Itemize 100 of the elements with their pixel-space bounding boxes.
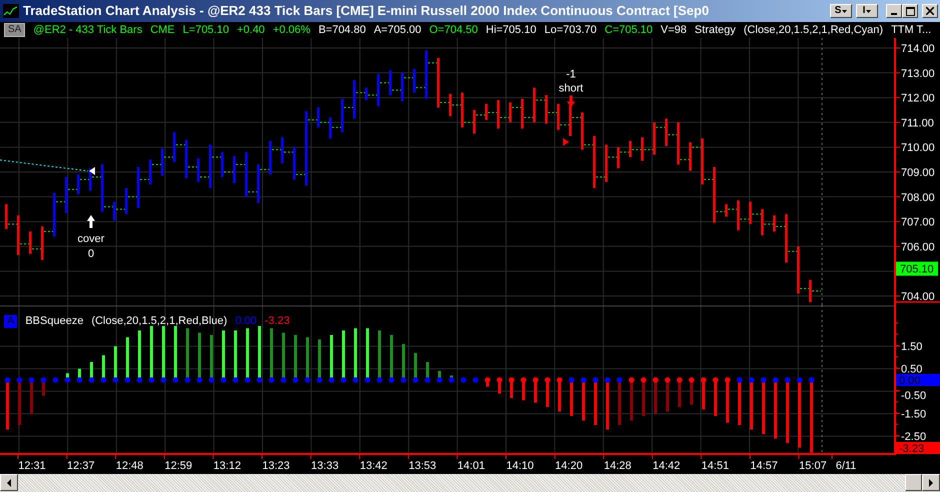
- signal-dot: [184, 377, 190, 383]
- signal-dot: [28, 377, 34, 383]
- menu-button[interactable]: S: [830, 4, 852, 18]
- histogram-bar: [378, 330, 381, 380]
- signal-dot: [496, 377, 502, 383]
- axis-label: 714.00: [901, 43, 935, 55]
- histogram-bar: [30, 380, 33, 414]
- signal-dot: [256, 377, 262, 383]
- axis-label: 707.00: [901, 216, 935, 229]
- histogram-bar: [798, 380, 801, 448]
- histogram-bar: [126, 337, 129, 380]
- signal-dot: [112, 377, 118, 383]
- signal-dot: [580, 377, 586, 383]
- quote-text: @ER2 - 433 Tick Bars: [33, 22, 142, 38]
- histogram-bar: [558, 380, 561, 412]
- signal-dot: [412, 377, 418, 383]
- left-arrow-icon: [7, 478, 11, 486]
- histogram-bar: [270, 328, 273, 380]
- histogram-bar: [414, 353, 417, 380]
- histogram-bar: [606, 380, 609, 430]
- time-label: 14:20: [555, 460, 583, 472]
- histogram-bar: [354, 328, 357, 380]
- signal-dot: [136, 377, 142, 383]
- signal-dot: [544, 377, 550, 383]
- signal-dot: [532, 377, 538, 383]
- indicator-params: (Close,20,1.5,2,1,Red,Blue): [91, 314, 228, 329]
- menu-button[interactable]: I: [856, 4, 878, 18]
- signal-dot: [760, 377, 766, 383]
- histogram-bar: [594, 380, 597, 425]
- signal-dot: [616, 377, 622, 383]
- histogram-bar: [570, 380, 573, 416]
- histogram-bar: [738, 380, 741, 425]
- signal-dot: [40, 377, 46, 383]
- trade-label: -1: [566, 68, 576, 81]
- signal-dot: [772, 377, 778, 383]
- histogram-bar: [234, 330, 237, 380]
- histogram-bar: [306, 337, 309, 380]
- entry-marker-icon: [563, 138, 569, 146]
- maximize-button[interactable]: [902, 4, 918, 18]
- quote-text: C=705.10: [604, 22, 653, 38]
- quote-text: A=705.00: [374, 22, 422, 38]
- histogram-bar: [786, 380, 789, 443]
- histogram-bar: [342, 330, 345, 380]
- histogram-bar: [366, 328, 369, 380]
- signal-dot: [472, 377, 478, 383]
- signal-dot: [208, 377, 214, 383]
- histogram-bar: [150, 326, 153, 380]
- indicator-name: BBSqueeze: [25, 314, 84, 329]
- signal-dot: [736, 377, 742, 383]
- signal-dot: [148, 377, 154, 383]
- signal-dot: [748, 377, 754, 383]
- scrollbar-thumb[interactable]: [905, 474, 922, 491]
- signal-dot: [508, 377, 514, 383]
- scroll-left-button[interactable]: [0, 474, 18, 491]
- signal-dot: [424, 377, 430, 383]
- histogram-bar: [390, 335, 393, 380]
- time-label: 14:51: [701, 460, 729, 472]
- quote-text: Lo=703.70: [544, 22, 597, 38]
- signal-dot: [556, 377, 562, 383]
- histogram-bar: [186, 328, 189, 380]
- histogram-bar: [618, 380, 621, 425]
- histogram-bar: [198, 332, 201, 380]
- histogram-bar: [162, 326, 165, 380]
- signal-dot: [592, 377, 598, 383]
- signal-dot: [340, 377, 346, 383]
- quote-text: (Close,20,1.5,2,1,Red,Cyan): [744, 22, 884, 38]
- signal-dot: [88, 377, 94, 383]
- signal-dot: [676, 377, 682, 383]
- signal-dot: [724, 377, 730, 383]
- symbol-badge[interactable]: SA: [4, 23, 26, 37]
- value-badge: 0.00: [896, 374, 940, 387]
- histogram-bar: [774, 380, 777, 438]
- indicator-value: 0.00: [235, 314, 257, 329]
- histogram-bar: [702, 380, 705, 410]
- arrow-up-icon: [87, 215, 95, 228]
- time-label: 14:57: [750, 460, 778, 472]
- signal-dot: [52, 377, 58, 383]
- trade-label: cover: [78, 233, 104, 245]
- quote-text: O=704.50: [429, 22, 478, 38]
- histogram-bar: [330, 335, 333, 380]
- histogram-bar: [294, 335, 297, 380]
- time-label: 14:01: [457, 460, 485, 472]
- minimize-button[interactable]: [886, 4, 902, 18]
- signal-dot: [304, 377, 310, 383]
- quote-text: Hi=705.10: [486, 22, 536, 38]
- arrow-down-icon: [567, 96, 575, 108]
- app-icon: [3, 4, 19, 18]
- histogram-bar: [246, 328, 249, 380]
- scroll-right-button[interactable]: [922, 474, 940, 491]
- signal-dot: [796, 377, 802, 383]
- value-badge: -3.23: [896, 442, 940, 455]
- close-button[interactable]: [922, 4, 938, 18]
- close-icon: [926, 7, 934, 15]
- signal-dot: [400, 377, 406, 383]
- signal-dot: [232, 377, 238, 383]
- histogram-bar: [546, 380, 549, 407]
- signal-dot: [784, 377, 790, 383]
- signal-dot: [64, 377, 70, 383]
- time-label: 15:07: [799, 460, 827, 472]
- signal-dot: [4, 377, 10, 383]
